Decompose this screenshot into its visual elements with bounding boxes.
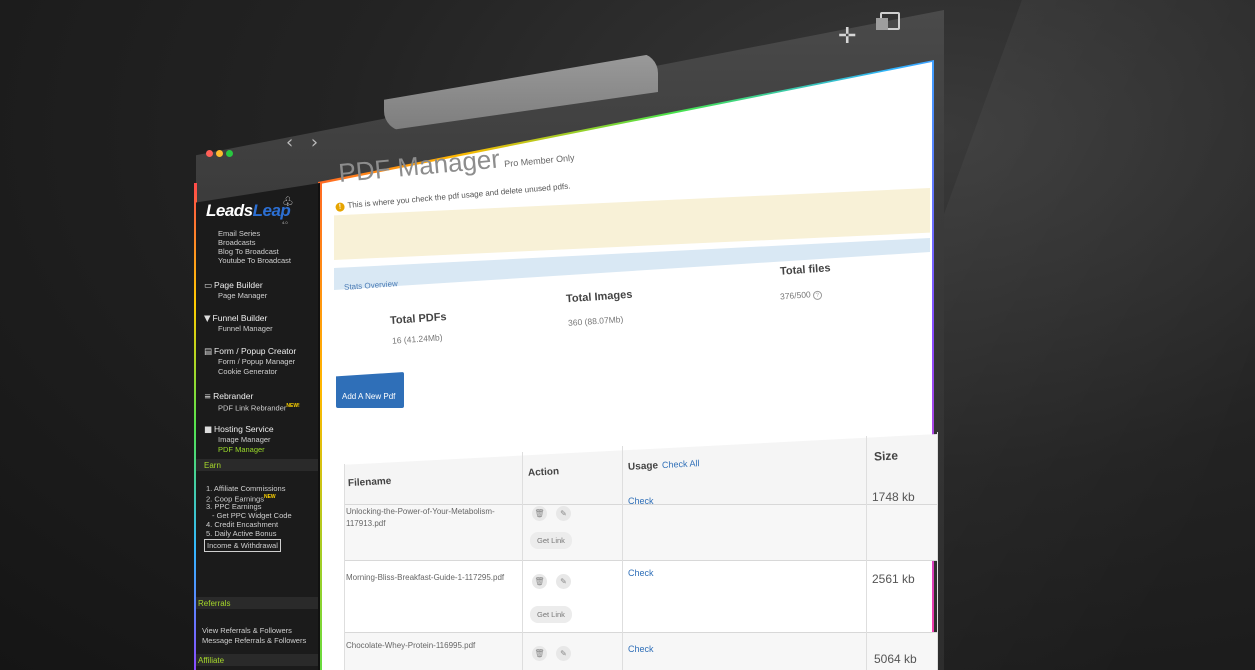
sidebar-item-view-referrals[interactable]: View Referrals & Followers — [202, 626, 292, 635]
logo-mark-icon: ♧ — [282, 195, 294, 210]
sidebar-group-form-popup[interactable]: ▤ Form / Popup Creator — [204, 346, 296, 357]
file-name: Unlocking-the-Power-of-Your-Metabolism-1… — [346, 507, 495, 528]
trash-icon[interactable]: 🗑 — [532, 574, 547, 589]
column-divider — [344, 464, 345, 670]
sidebar-group-page-builder[interactable]: ▭ Page Builder — [204, 280, 263, 291]
column-header-action: Action — [527, 466, 560, 479]
minimize-window-button[interactable] — [216, 150, 223, 157]
nav-arrows[interactable]: ‹ › — [286, 132, 324, 153]
sidebar-section-referrals-label[interactable]: Referrals — [198, 599, 230, 608]
row-divider — [344, 632, 938, 633]
sidebar-item-ppc-earnings[interactable]: 3. PPC Earnings — [206, 502, 261, 511]
sidebar-group-label: Hosting Service — [214, 424, 274, 434]
sidebar-group-label: Funnel Builder — [212, 313, 268, 323]
sidebar-group-funnel-builder[interactable]: ▼ Funnel Builder — [204, 313, 267, 324]
logo[interactable]: LeadsLeap — [206, 201, 291, 221]
maximize-window-button[interactable] — [226, 150, 233, 157]
total-files-text: 376/500 — [779, 289, 812, 302]
get-link-button[interactable]: Get Link — [530, 532, 572, 549]
file-name: Morning-Bliss-Breakfast-Guide-1-117295.p… — [346, 573, 505, 582]
form-icon: ▤ — [204, 347, 213, 357]
trash-icon[interactable]: 🗑 — [532, 646, 547, 661]
page-builder-icon: ▭ — [204, 281, 213, 291]
check-all-link[interactable]: Check All — [662, 458, 700, 470]
trash-icon[interactable]: 🗑 — [532, 506, 547, 521]
logo-text: Leads — [206, 201, 253, 220]
sidebar-group-rebrander[interactable]: ≡ Rebrander — [204, 391, 253, 402]
sidebar-item-pdf-manager[interactable]: PDF Manager — [218, 445, 265, 454]
sidebar-item-cookie-generator[interactable]: Cookie Generator — [218, 367, 277, 376]
sidebar-item-credit-encashment[interactable]: 4. Credit Encashment — [206, 520, 278, 529]
check-usage-link[interactable]: Check — [628, 568, 654, 578]
new-badge: NEW! — [286, 403, 300, 409]
page-subtitle: Pro Member Only — [503, 152, 575, 169]
plus-icon[interactable]: ✛ — [838, 24, 856, 49]
sidebar-group-label: Page Builder — [214, 280, 263, 290]
help-icon[interactable]: ? — [812, 290, 823, 301]
sidebar-group-label: Rebrander — [213, 391, 254, 401]
sidebar: LeadsLeap ♧ 4.0 Email Series Broadcasts … — [196, 183, 320, 670]
file-size: 1748 kb — [872, 490, 915, 504]
sidebar-item-page-manager[interactable]: Page Manager — [218, 291, 267, 300]
sidebar-item-income-withdrawal[interactable]: Income & Withdrawal — [204, 539, 281, 552]
window-controls — [206, 150, 233, 157]
logo-version: 4.0 — [282, 220, 288, 225]
file-name: Chocolate-Whey-Protein-116995.pdf — [346, 641, 476, 650]
copy-icon[interactable] — [876, 12, 900, 30]
sidebar-item-ppc-widget-code[interactable]: - Get PPC Widget Code — [212, 511, 292, 520]
info-icon: ! — [335, 202, 345, 212]
sidebar-section-affiliate-label[interactable]: Affiliate — [198, 656, 224, 665]
sidebar-item-funnel-manager[interactable]: Funnel Manager — [218, 324, 273, 333]
sidebar-item-affiliate-commissions[interactable]: 1. Affiliate Commissions — [206, 484, 285, 493]
hosting-icon: ■ — [204, 425, 213, 435]
file-size: 5064 kb — [874, 652, 917, 666]
scene: ‹ › ✛ LeadsLeap ♧ 4.0 Email Series Broad… — [0, 0, 1255, 670]
add-new-pdf-button[interactable]: Add A New Pdf — [336, 372, 404, 408]
funnel-icon: ▼ — [204, 314, 211, 324]
column-divider — [622, 446, 623, 670]
get-link-button[interactable]: Get Link — [530, 606, 572, 623]
edit-icon[interactable]: ✎ — [556, 574, 571, 589]
sidebar-item-pdf-link-rebrander[interactable]: PDF Link RebranderNEW! — [218, 402, 300, 413]
column-divider — [937, 432, 938, 670]
sidebar-item-image-manager[interactable]: Image Manager — [218, 435, 271, 444]
file-size: 2561 kb — [872, 572, 915, 586]
new-badge: NEW — [263, 494, 276, 500]
rebrander-icon: ≡ — [204, 392, 212, 402]
sidebar-item-daily-active-bonus[interactable]: 5. Daily Active Bonus — [206, 529, 276, 538]
sidebar-group-label: Form / Popup Creator — [214, 346, 297, 356]
sidebar-item-broadcasts[interactable]: Broadcasts — [218, 238, 256, 247]
column-header-usage-label: Usage — [627, 460, 659, 473]
check-usage-link[interactable]: Check — [628, 496, 654, 506]
column-divider — [866, 436, 867, 670]
close-window-button[interactable] — [206, 150, 213, 157]
column-header-size: Size — [873, 448, 899, 464]
sidebar-item-label: PDF Link Rebrander — [218, 403, 287, 413]
row-divider — [344, 560, 938, 561]
sidebar-group-hosting[interactable]: ■ Hosting Service — [204, 424, 274, 435]
column-divider — [522, 452, 523, 670]
sidebar-item-email-series[interactable]: Email Series — [218, 229, 260, 238]
sidebar-section-earn-label[interactable]: Earn — [204, 461, 221, 470]
edit-icon[interactable]: ✎ — [556, 506, 571, 521]
sidebar-item-blog-to-broadcast[interactable]: Blog To Broadcast — [218, 247, 279, 256]
edit-icon[interactable]: ✎ — [556, 646, 571, 661]
check-usage-link[interactable]: Check — [628, 644, 654, 654]
sidebar-item-message-referrals[interactable]: Message Referrals & Followers — [202, 636, 306, 645]
column-header-filename: Filename — [347, 475, 392, 490]
sidebar-item-form-popup-manager[interactable]: Form / Popup Manager — [218, 357, 295, 366]
sidebar-item-youtube-to-broadcast[interactable]: Youtube To Broadcast — [218, 256, 291, 265]
